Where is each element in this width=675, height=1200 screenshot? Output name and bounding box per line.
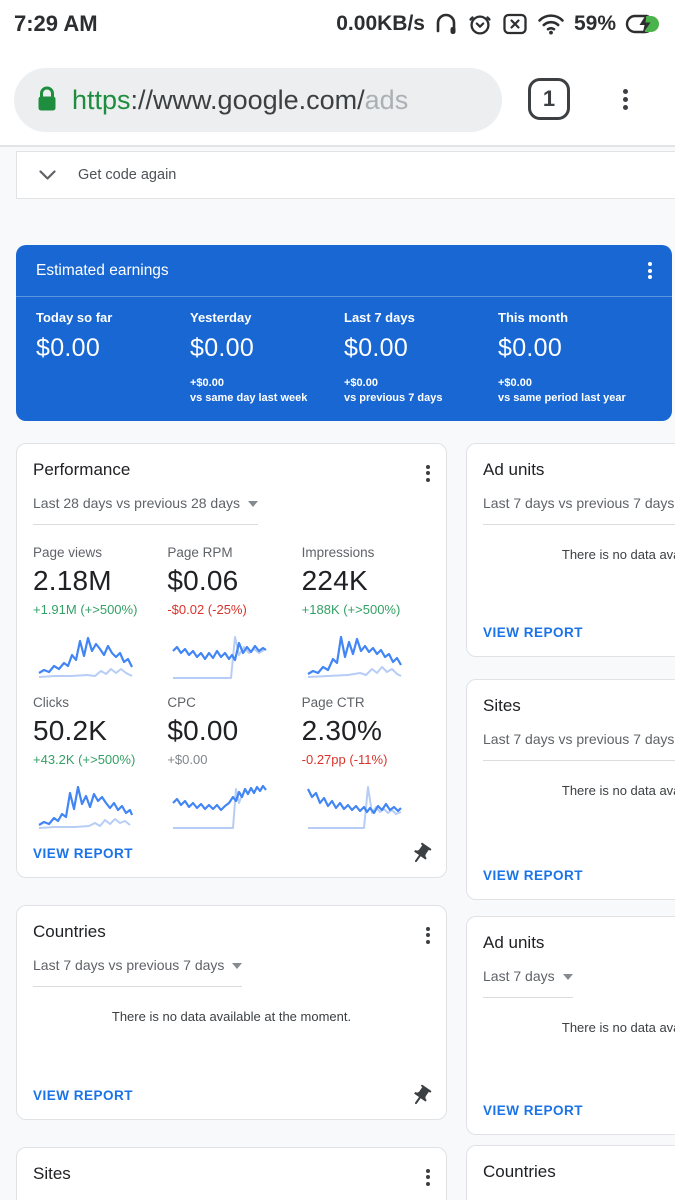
get-code-again-label: Get code again: [78, 167, 177, 183]
card-title: Countries: [33, 922, 106, 941]
empty-state-message: There is no data available at the moment…: [561, 783, 675, 798]
browser-menu-button[interactable]: [610, 78, 640, 120]
date-range-dropdown[interactable]: Last 7 days vs previous 7 days: [483, 731, 675, 761]
date-range-dropdown[interactable]: Last 7 days: [483, 968, 573, 998]
card-title: Sites: [483, 696, 521, 715]
dropdown-arrow-icon: [232, 963, 243, 970]
alarm-clock-icon: [469, 15, 491, 35]
ad-units-card: Ad units Last 7 days vs previous 7 days …: [466, 443, 675, 657]
countries-card-bottom: Countries: [466, 1145, 675, 1200]
browser-toolbar: https://www.google.com/ads 1: [0, 48, 675, 145]
metric-impressions: Impressions 224K +188K (+>500%): [302, 533, 430, 683]
metric-page-ctr: Page CTR 2.30% -0.27pp (-11%): [302, 683, 430, 833]
ad-units-card-2: Ad units Last 7 days There is no data av…: [466, 916, 675, 1135]
view-report-link[interactable]: VIEW REPORT: [33, 1088, 133, 1103]
view-report-link[interactable]: VIEW REPORT: [483, 868, 583, 883]
tab-switcher-button[interactable]: 1: [528, 78, 570, 120]
date-range-dropdown[interactable]: Last 7 days vs previous 7 days: [483, 495, 675, 525]
url-text: https://www.google.com/ads: [72, 84, 409, 115]
earnings-column-today: Today so far $0.00: [36, 310, 113, 362]
card-title: Ad units: [483, 933, 545, 952]
pin-icon[interactable]: [404, 837, 437, 870]
card-menu-button[interactable]: [426, 1164, 430, 1188]
countries-card: Countries Last 7 days vs previous 7 days…: [16, 905, 447, 1120]
date-range-dropdown[interactable]: Last 7 days vs previous 7 days: [33, 957, 243, 987]
performance-menu-button[interactable]: [426, 460, 430, 484]
metric-cpc: CPC $0.00 +$0.00: [167, 683, 295, 833]
empty-state-message: There is no data available at the moment…: [561, 1020, 675, 1035]
tab-count: 1: [542, 86, 556, 111]
clock: 7:29 AM: [14, 11, 98, 36]
get-code-again-row[interactable]: Get code again: [16, 151, 675, 199]
url-bar[interactable]: https://www.google.com/ads: [14, 68, 502, 132]
performance-title: Performance: [33, 460, 131, 479]
card-title: Ad units: [483, 460, 545, 479]
sparkline-chart: [38, 785, 134, 829]
earnings-title: Estimated earnings: [36, 261, 169, 279]
empty-state-message: There is no data available at the moment…: [111, 1009, 352, 1024]
performance-view-report-link[interactable]: VIEW REPORT: [33, 846, 133, 861]
sparkline-chart: [172, 784, 268, 829]
sparkline-chart: [306, 786, 402, 829]
sites-card: Sites Last 7 days vs previous 7 days The…: [466, 679, 675, 900]
card-title: Countries: [483, 1162, 556, 1181]
performance-card: Performance Last 28 days vs previous 28 …: [16, 443, 447, 878]
dropdown-arrow-icon: [562, 974, 573, 981]
card-title: Sites: [33, 1164, 71, 1183]
metric-page-views: Page views 2.18M +1.91M (+>500%): [33, 533, 161, 683]
sparkline-chart: [307, 635, 402, 678]
view-report-link[interactable]: VIEW REPORT: [483, 625, 583, 640]
view-report-link[interactable]: VIEW REPORT: [483, 1103, 583, 1118]
wifi-icon: [538, 14, 564, 35]
battery-percent: 59%: [573, 12, 616, 35]
performance-date-range-dropdown[interactable]: Last 28 days vs previous 28 days: [33, 495, 259, 525]
sparkline-chart: [38, 636, 133, 678]
screen: 7:29 AM 0.00KB/s 59% https://www.google.…: [0, 0, 675, 1200]
lock-icon: [38, 86, 56, 111]
empty-state-message: There is no data available at the moment…: [561, 547, 675, 562]
earnings-menu-button[interactable]: [648, 260, 652, 282]
metric-clicks: Clicks 50.2K +43.2K (+>500%): [33, 683, 161, 833]
page-content: Get code again Estimated earnings Today …: [0, 147, 675, 1200]
status-bar: 7:29 AM 0.00KB/s 59%: [0, 0, 675, 48]
chevron-down-icon: [39, 169, 56, 180]
estimated-earnings-card: Estimated earnings Today so far $0.00 Ye…: [16, 245, 672, 421]
card-menu-button[interactable]: [426, 922, 430, 946]
earnings-column-thismonth: This month $0.00 +$0.00 vs same period l…: [498, 310, 626, 404]
headphones-icon: [436, 13, 456, 34]
sites-card-bottom: Sites Last 7 days: [16, 1147, 447, 1200]
earnings-column-last7days: Last 7 days $0.00 +$0.00 vs previous 7 d…: [344, 310, 443, 404]
pin-icon[interactable]: [404, 1079, 437, 1112]
sparkline-chart: [172, 636, 267, 679]
earnings-column-yesterday: Yesterday $0.00 +$0.00 vs same day last …: [190, 310, 308, 404]
battery-charging-icon: [625, 14, 659, 34]
network-speed: 0.00KB/s: [336, 12, 425, 35]
no-sim-icon: [503, 13, 527, 35]
kebab-menu-icon: [622, 86, 628, 113]
dropdown-arrow-icon: [248, 501, 259, 508]
metric-page-rpm: Page RPM $0.06 -$0.02 (-25%): [167, 533, 295, 683]
